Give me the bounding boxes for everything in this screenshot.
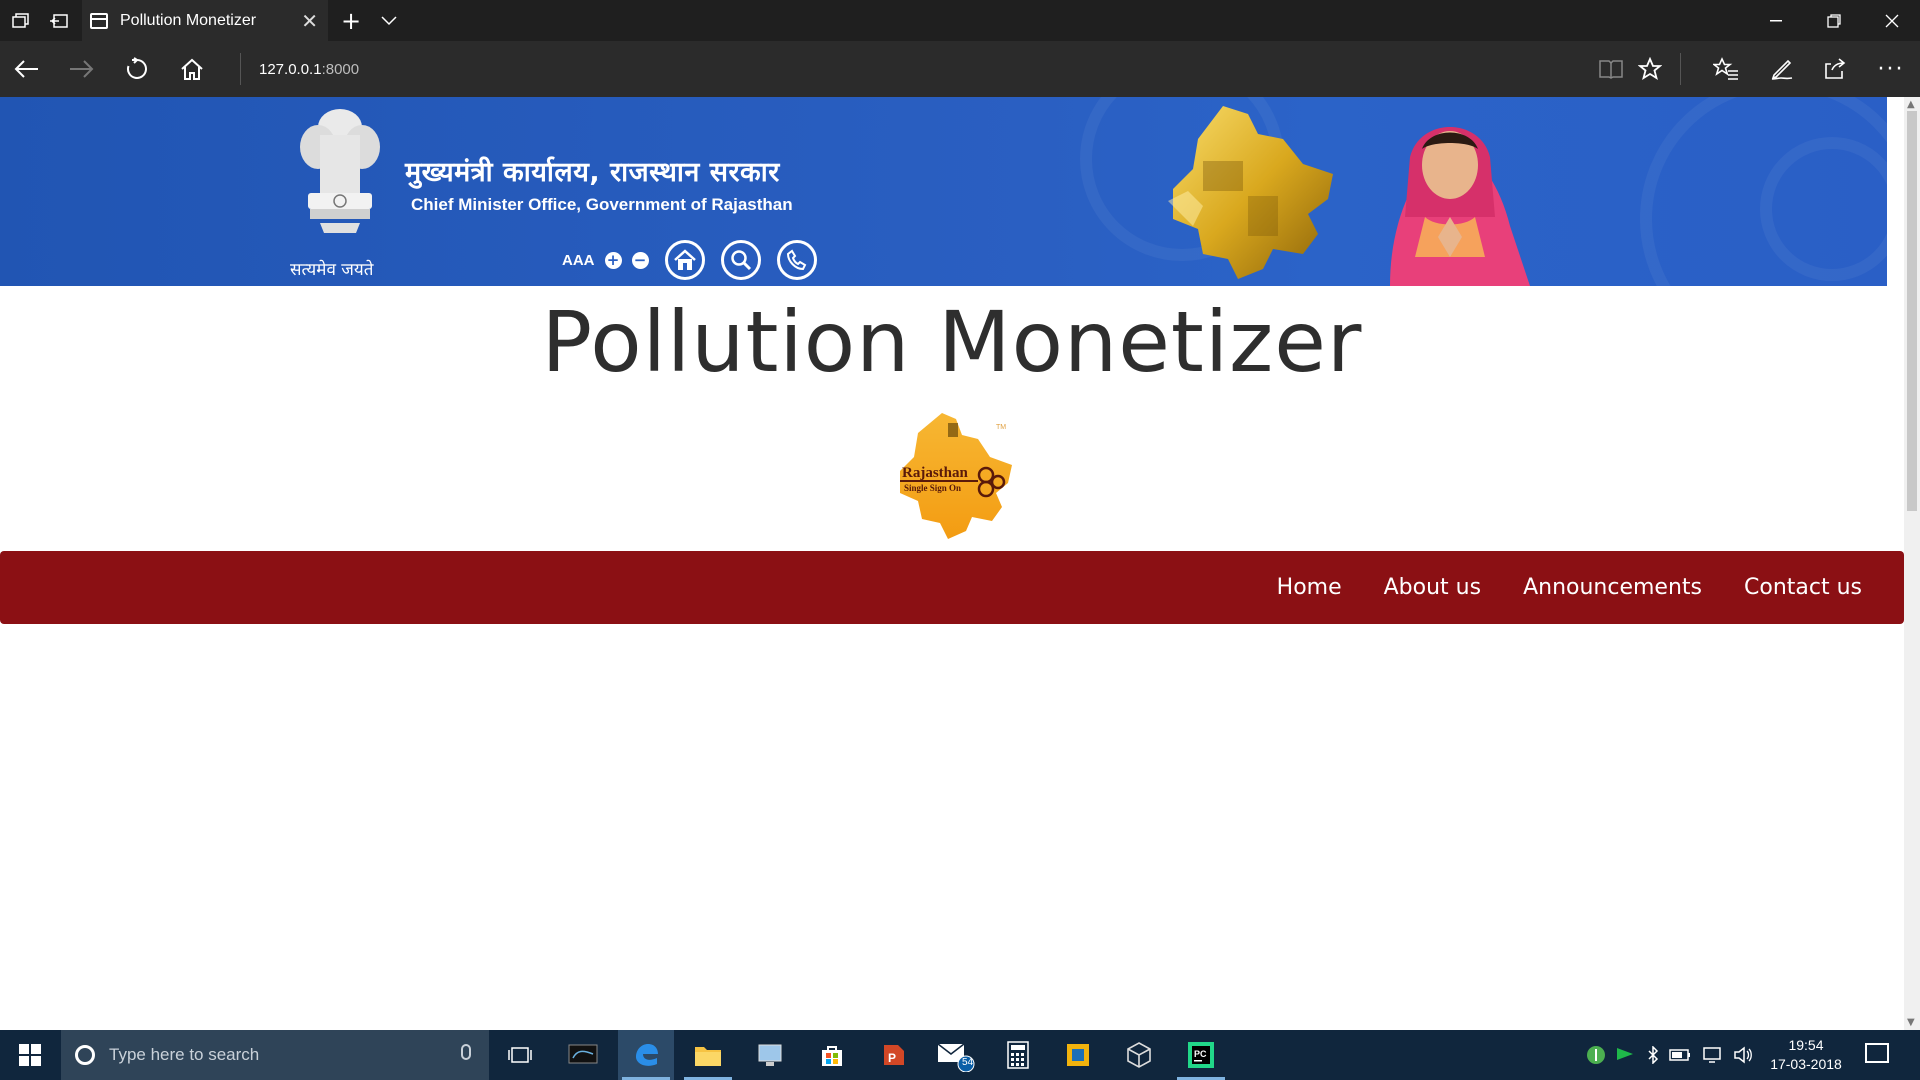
menu-item-home[interactable]: Home bbox=[1277, 575, 1342, 600]
ashoka-emblem-icon bbox=[300, 109, 380, 233]
remote-desktop-icon[interactable] bbox=[742, 1030, 798, 1080]
tab-title: Pollution Monetizer bbox=[120, 11, 257, 29]
pycharm-icon[interactable]: PC bbox=[1173, 1030, 1229, 1080]
antivirus-tray-icon[interactable] bbox=[1585, 1044, 1607, 1066]
volume-icon[interactable] bbox=[1733, 1046, 1753, 1064]
rajasthan-map-image bbox=[1168, 106, 1333, 279]
edge-icon[interactable] bbox=[618, 1030, 674, 1080]
virtualbox-icon[interactable] bbox=[1050, 1030, 1106, 1080]
menu-item-about-us[interactable]: About us bbox=[1384, 575, 1481, 600]
search-circle-icon[interactable] bbox=[720, 240, 761, 280]
system-tray bbox=[1585, 1030, 1753, 1080]
scroll-up-icon[interactable]: ▲ bbox=[1907, 99, 1915, 110]
main-nav-menu: Home About us Announcements Contact us bbox=[0, 551, 1904, 624]
refresh-icon[interactable] bbox=[121, 53, 153, 85]
font-increase-icon[interactable]: + bbox=[604, 251, 622, 269]
microphone-icon[interactable] bbox=[461, 1044, 471, 1060]
set-aside-icon[interactable] bbox=[46, 8, 72, 34]
svg-text:PC: PC bbox=[1194, 1049, 1207, 1059]
network-flag-tray-icon[interactable] bbox=[1615, 1046, 1635, 1064]
battery-icon[interactable] bbox=[1669, 1048, 1691, 1062]
mail-badge: 54 bbox=[962, 1057, 974, 1068]
home-circle-icon[interactable] bbox=[664, 240, 705, 280]
banner-english-title: Chief Minister Office, Government of Raj… bbox=[411, 195, 793, 214]
browser-tab[interactable]: Pollution Monetizer ✕ bbox=[82, 0, 328, 41]
action-center-icon[interactable] bbox=[1865, 1043, 1889, 1063]
banner-hindi-title: मुख्यमंत्री कार्यालय, राजस्थान सरकार bbox=[405, 157, 780, 188]
taskbar-search-placeholder: Type here to search bbox=[109, 1045, 260, 1064]
font-resize-label: AAA bbox=[562, 251, 595, 269]
site-title: Pollution Monetizer bbox=[541, 293, 1363, 391]
page-scrollbar[interactable]: ▲ ▼ bbox=[1904, 97, 1920, 1030]
menu-item-contact-us[interactable]: Contact us bbox=[1744, 575, 1862, 600]
powerpoint-icon[interactable]: P bbox=[866, 1030, 922, 1080]
address-host: 127.0.0.1 bbox=[259, 60, 322, 78]
banner-motto: सत्यमेव जयते bbox=[290, 260, 374, 280]
web-note-icon[interactable] bbox=[1766, 53, 1798, 85]
minimize-icon[interactable] bbox=[1748, 0, 1804, 41]
chief-minister-photo bbox=[1390, 127, 1530, 286]
favorites-hub-icon[interactable] bbox=[1710, 53, 1742, 85]
network-icon[interactable] bbox=[1701, 1046, 1723, 1064]
page-icon bbox=[90, 12, 108, 29]
close-window-icon[interactable] bbox=[1864, 0, 1920, 41]
sso-logo-text: Rajasthan bbox=[902, 465, 969, 481]
task-view-icon[interactable] bbox=[492, 1030, 548, 1080]
reading-view-icon[interactable] bbox=[1595, 53, 1627, 85]
menu-item-announcements[interactable]: Announcements bbox=[1523, 575, 1702, 600]
address-port: :8000 bbox=[321, 60, 360, 78]
svg-text:P: P bbox=[888, 1051, 896, 1065]
scroll-down-icon[interactable]: ▼ bbox=[1907, 1017, 1915, 1028]
box-icon[interactable] bbox=[1111, 1030, 1167, 1080]
rajasthan-sso-logo[interactable]: Rajasthan Single Sign On TM bbox=[880, 409, 1025, 549]
sso-logo-subtext: Single Sign On bbox=[904, 483, 961, 493]
forward-icon[interactable] bbox=[66, 53, 98, 85]
bluetooth-icon[interactable] bbox=[1647, 1046, 1659, 1064]
clock-time: 19:54 bbox=[1788, 1037, 1824, 1053]
mail-icon[interactable]: 54 bbox=[928, 1030, 984, 1080]
tab-manager-icon[interactable] bbox=[8, 8, 34, 34]
phone-circle-icon[interactable] bbox=[776, 240, 817, 280]
taskbar-clock[interactable]: 19:54 17-03-2018 bbox=[1766, 1036, 1846, 1074]
sso-tm-mark: TM bbox=[996, 424, 1006, 431]
favorite-star-icon[interactable] bbox=[1634, 53, 1666, 85]
windows-taskbar: Type here to search P 54 PC 19:54 17-03-… bbox=[0, 1030, 1920, 1080]
mysql-icon[interactable] bbox=[555, 1030, 611, 1080]
home-icon[interactable] bbox=[176, 53, 208, 85]
clock-date: 17-03-2018 bbox=[1770, 1056, 1842, 1072]
scrollbar-thumb[interactable] bbox=[1907, 111, 1917, 511]
close-tab-icon[interactable]: ✕ bbox=[301, 9, 318, 33]
restore-icon[interactable] bbox=[1806, 0, 1862, 41]
file-explorer-icon[interactable] bbox=[680, 1030, 736, 1080]
address-bar[interactable]: 127.0.0.1:8000 bbox=[240, 53, 1559, 85]
new-tab-icon[interactable]: + bbox=[338, 7, 364, 35]
taskbar-search-box[interactable]: Type here to search bbox=[61, 1030, 489, 1080]
government-banner: सत्यमेव जयते मुख्यमंत्री कार्यालय, राजस्… bbox=[0, 97, 1887, 286]
font-decrease-icon[interactable]: − bbox=[631, 251, 649, 269]
accessibility-tools: AAA + − bbox=[562, 237, 817, 283]
start-button[interactable] bbox=[0, 1030, 60, 1080]
page-viewport: सत्यमेव जयते मुख्यमंत्री कार्यालय, राजस्… bbox=[0, 97, 1904, 1030]
windows-logo-icon bbox=[19, 1044, 41, 1066]
back-icon[interactable] bbox=[10, 53, 42, 85]
tab-list-icon[interactable] bbox=[376, 8, 402, 34]
browser-nav-bar: 127.0.0.1:8000 ··· bbox=[0, 41, 1920, 98]
cortana-icon bbox=[75, 1045, 95, 1065]
calculator-icon[interactable] bbox=[990, 1030, 1046, 1080]
share-icon[interactable] bbox=[1820, 53, 1852, 85]
browser-title-bar: Pollution Monetizer ✕ + bbox=[0, 0, 1920, 41]
more-icon[interactable]: ··· bbox=[1875, 53, 1907, 85]
store-icon[interactable] bbox=[804, 1030, 860, 1080]
